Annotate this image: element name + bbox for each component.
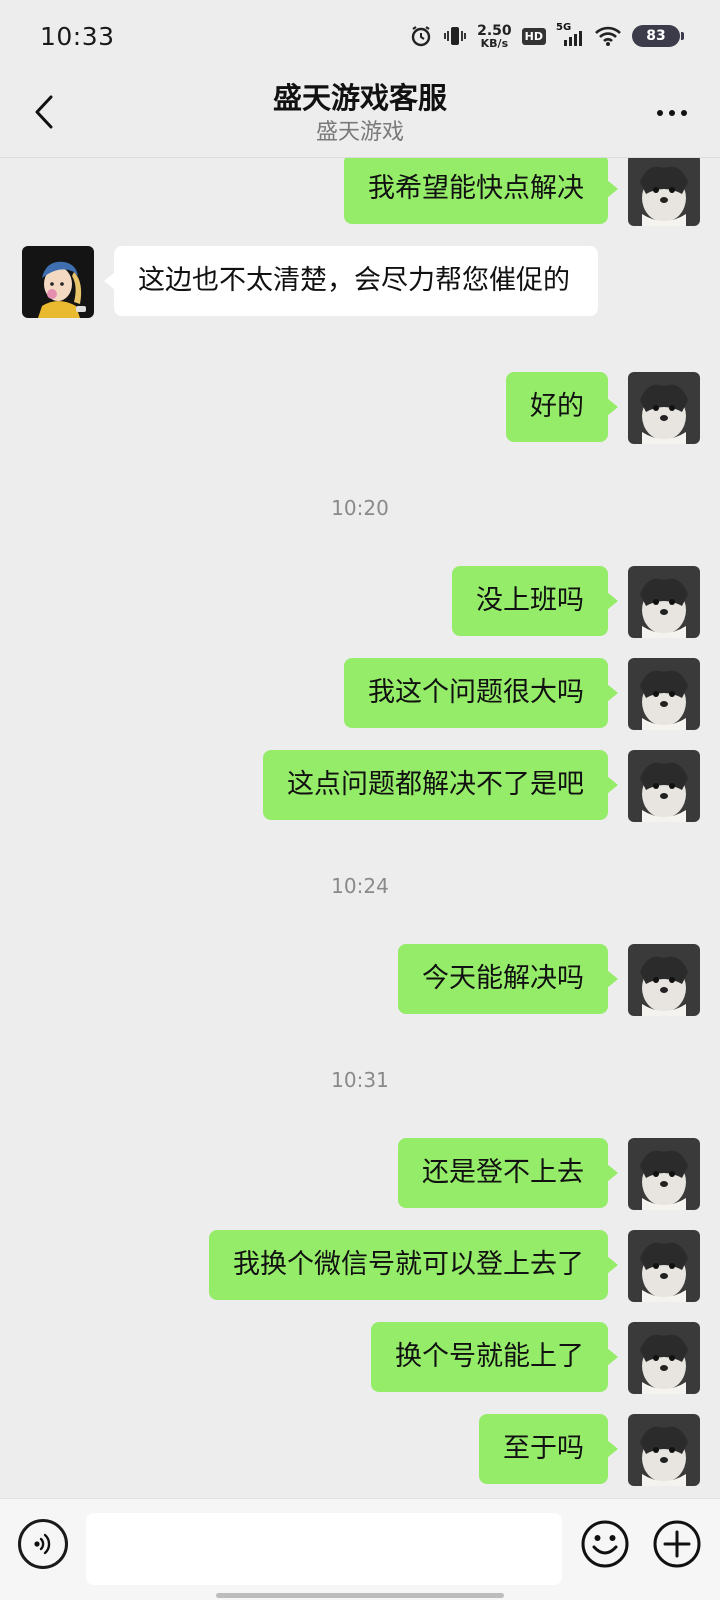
- signal-icon: 5G: [556, 22, 584, 48]
- hd-badge: HD: [521, 27, 546, 45]
- message-row: 这点问题都解决不了是吧: [0, 750, 720, 826]
- my-message-bubble[interactable]: 换个号就能上了: [371, 1322, 618, 1392]
- my-message-bubble[interactable]: 没上班吗: [452, 566, 618, 636]
- my-avatar[interactable]: [628, 1414, 700, 1486]
- message-row: 今天能解决吗: [0, 944, 720, 1020]
- message-input[interactable]: [86, 1513, 562, 1585]
- service-avatar[interactable]: [22, 246, 94, 318]
- my-avatar[interactable]: [628, 658, 700, 730]
- my-message-bubble[interactable]: 这点问题都解决不了是吧: [263, 750, 618, 820]
- my-message-bubble[interactable]: 还是登不上去: [398, 1138, 618, 1208]
- chat-subtitle: 盛天游戏: [315, 120, 404, 145]
- status-icons: 2.50 KB/s HD 5G 83: [409, 22, 684, 49]
- more-button[interactable]: [650, 98, 694, 128]
- time-separator: 10:24: [331, 874, 389, 898]
- my-avatar[interactable]: [628, 750, 700, 822]
- more-dots-icon: [657, 110, 663, 116]
- message-row: 这边也不太清楚，会尽力帮您催促的: [0, 246, 720, 356]
- wifi-icon: [594, 25, 622, 47]
- my-message-bubble[interactable]: 我这个问题很大吗: [344, 658, 618, 728]
- emoji-icon: [581, 1520, 629, 1568]
- net-speed: 2.50 KB/s: [477, 24, 512, 49]
- my-message-bubble[interactable]: 我换个微信号就可以登上去了: [209, 1230, 618, 1300]
- my-avatar[interactable]: [628, 1230, 700, 1302]
- my-avatar[interactable]: [628, 944, 700, 1016]
- message-row: 还是登不上去: [0, 1138, 720, 1214]
- message-row: 我希望能快点解决: [0, 158, 720, 230]
- my-avatar[interactable]: [628, 158, 700, 226]
- message-row: 换个号就能上了: [0, 1322, 720, 1398]
- my-message-bubble[interactable]: 好的: [506, 372, 618, 442]
- my-avatar[interactable]: [628, 566, 700, 638]
- vibrate-icon: [443, 24, 467, 48]
- my-message-bubble[interactable]: 至于吗: [479, 1414, 618, 1484]
- voice-icon: [34, 1533, 51, 1555]
- service-message-bubble[interactable]: 这边也不太清楚，会尽力帮您催促的: [104, 246, 598, 316]
- alarm-icon: [409, 24, 433, 48]
- net-speed-value: 2.50: [477, 22, 512, 39]
- chat-list[interactable]: 我希望能快点解决 这边也不太清楚，会尽力帮您催促的 好的 10:20 没上班吗 …: [0, 158, 720, 1498]
- voice-button[interactable]: [18, 1519, 68, 1569]
- message-row: 我换个微信号就可以登上去了: [0, 1230, 720, 1306]
- plus-icon: [653, 1520, 701, 1568]
- message-row: 至于吗: [0, 1414, 720, 1490]
- title-block: 盛天游戏客服 盛天游戏: [0, 78, 720, 148]
- battery-icon: 83: [632, 25, 684, 47]
- plus-button[interactable]: [652, 1519, 702, 1569]
- my-message-bubble[interactable]: 今天能解决吗: [398, 944, 618, 1014]
- my-avatar[interactable]: [628, 1322, 700, 1394]
- chat-header: 盛天游戏客服 盛天游戏: [0, 72, 720, 158]
- chat-title: 盛天游戏客服: [272, 81, 447, 115]
- my-avatar[interactable]: [628, 1138, 700, 1210]
- status-time: 10:33: [40, 21, 115, 51]
- message-row: 我这个问题很大吗: [0, 658, 720, 734]
- emoji-button[interactable]: [580, 1519, 630, 1569]
- home-indicator[interactable]: [216, 1593, 504, 1598]
- time-separator: 10:20: [331, 496, 389, 520]
- status-bar: 10:33 2.50 KB/s HD 5G 83: [0, 0, 720, 72]
- my-avatar[interactable]: [628, 372, 700, 444]
- net-speed-unit: KB/s: [480, 36, 509, 50]
- my-message-bubble[interactable]: 我希望能快点解决: [344, 158, 618, 224]
- time-separator: 10:31: [331, 1068, 389, 1092]
- message-row: 好的: [0, 372, 720, 448]
- input-bar: [0, 1498, 720, 1600]
- message-row: 没上班吗: [0, 566, 720, 642]
